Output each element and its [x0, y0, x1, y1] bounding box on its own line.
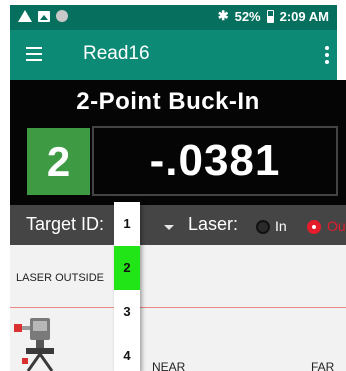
- battery-icon: [266, 9, 274, 23]
- warning-icon: [18, 10, 32, 22]
- target-id-label: Target ID:: [26, 214, 105, 234]
- laser-beam-line: [10, 307, 346, 308]
- near-label: NEAR: [152, 360, 186, 371]
- app-title: Read16: [83, 43, 150, 64]
- far-label: FAR: [311, 360, 335, 371]
- laser-label: Laser:: [188, 214, 239, 234]
- more-vertical-icon[interactable]: [325, 46, 329, 64]
- target-id-display: 2: [27, 128, 90, 195]
- laser-out-radio[interactable]: [307, 220, 321, 234]
- system-status: ✱ 52% 2:09 AM: [218, 8, 329, 24]
- laser-out-label[interactable]: Out: [327, 218, 346, 234]
- dropdown-option-4[interactable]: 4: [114, 334, 140, 371]
- target-id-dropdown[interactable]: 1 2 3 4: [114, 202, 140, 371]
- alignment-diagram: [10, 245, 346, 371]
- status-bar: ✱ 52% 2:09 AM: [10, 5, 337, 30]
- app-bar: Read16: [10, 30, 337, 80]
- circle-icon: [56, 10, 68, 22]
- dropdown-option-1[interactable]: 1: [114, 202, 140, 246]
- laser-in-radio[interactable]: [256, 220, 270, 234]
- battery-percent: 52%: [234, 8, 261, 24]
- laser-outside-label: LASER OUTSIDE: [16, 272, 105, 284]
- dropdown-option-3[interactable]: 3: [114, 290, 140, 334]
- bluetooth-icon: ✱: [217, 8, 229, 23]
- image-icon: [38, 10, 50, 22]
- controls-row: Target ID: Laser: In Out: [10, 205, 346, 245]
- chevron-down-icon[interactable]: [164, 225, 174, 230]
- reading-display: -.0381: [92, 126, 338, 196]
- mode-title: 2-Point Buck-In: [76, 88, 260, 115]
- clock: 2:09 AM: [279, 8, 329, 24]
- dropdown-option-2[interactable]: 2: [114, 246, 140, 290]
- laser-tripod-icon: [14, 318, 54, 371]
- notification-icons: [18, 10, 68, 22]
- laser-in-label[interactable]: In: [275, 218, 287, 234]
- hamburger-menu-icon[interactable]: [26, 47, 42, 61]
